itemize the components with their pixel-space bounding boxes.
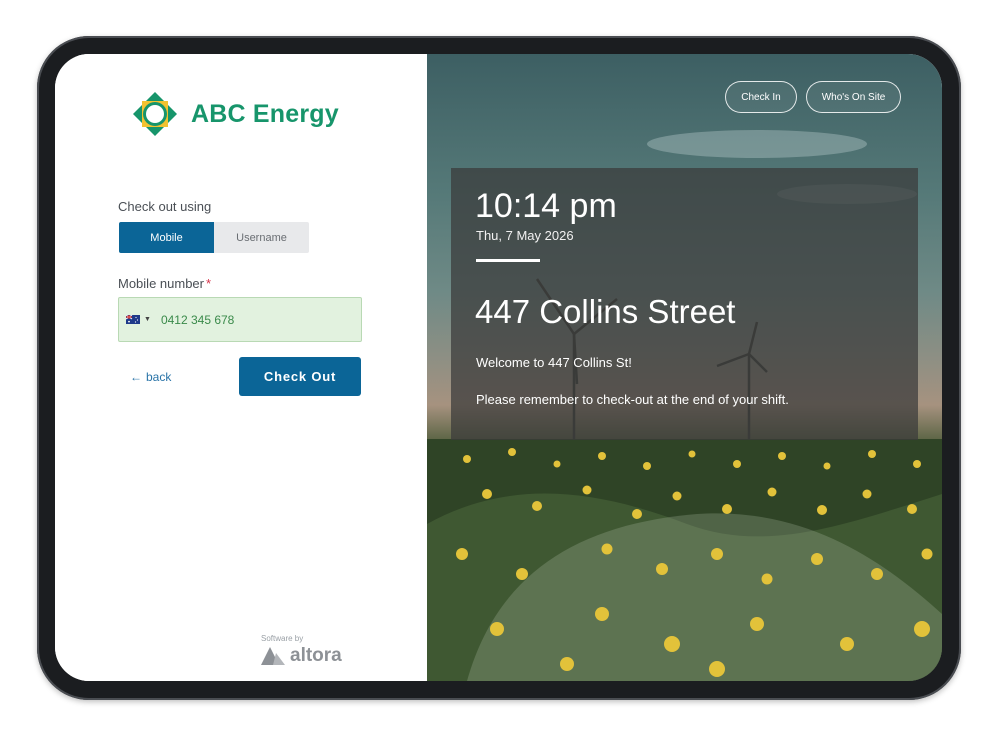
whos-on-site-button[interactable]: Who's On Site xyxy=(806,81,901,113)
brand-logo: ABC Energy xyxy=(131,90,339,138)
country-dropdown-caret-icon[interactable]: ▼ xyxy=(144,316,151,323)
back-link-label: back xyxy=(146,370,172,384)
altora-mark-icon xyxy=(261,647,285,665)
divider xyxy=(476,259,540,262)
welcome-message: Welcome to 447 Collins St! xyxy=(476,355,632,370)
back-arrow-icon: ← xyxy=(130,370,142,384)
kiosk-screen: ABC Energy Check out using Mobile Userna… xyxy=(55,54,942,681)
site-info-card: 10:14 pm Thu, 7 May 2026 447 Collins Str… xyxy=(451,168,918,440)
altora-wordmark: altora xyxy=(290,645,342,666)
method-username-button[interactable]: Username xyxy=(214,222,309,253)
checkout-method-toggle: Mobile Username xyxy=(119,222,309,253)
site-info-panel: Check In Who's On Site 10:14 pm Thu, 7 M… xyxy=(427,54,942,681)
mobile-number-value: 0412 345 678 xyxy=(160,312,235,327)
mobile-number-field[interactable]: ▼ 0412 345 678 xyxy=(118,297,362,342)
site-name: 447 Collins Street xyxy=(475,293,736,330)
check-out-button[interactable]: Check Out xyxy=(239,357,361,396)
back-link[interactable]: ← back xyxy=(130,370,171,384)
australia-flag-icon[interactable] xyxy=(126,315,140,324)
checkout-panel: ABC Energy Check out using Mobile Userna… xyxy=(55,54,427,681)
mobile-number-label: Mobile number * xyxy=(118,276,211,291)
vendor-credit: Software by altora xyxy=(261,634,371,667)
brand-name: ABC Energy xyxy=(191,99,339,128)
abc-energy-logo-icon xyxy=(133,92,177,136)
checkout-method-label: Check out using xyxy=(118,199,212,214)
check-in-button[interactable]: Check In xyxy=(725,81,797,113)
current-time: 10:14 pm xyxy=(475,187,617,225)
required-marker: * xyxy=(206,276,212,291)
altora-logo: altora xyxy=(261,645,371,667)
software-by-label: Software by xyxy=(261,634,304,643)
method-mobile-button[interactable]: Mobile xyxy=(119,222,214,253)
mobile-number-label-text: Mobile number xyxy=(118,276,204,291)
current-date: Thu, 7 May 2026 xyxy=(476,228,574,243)
checkout-reminder: Please remember to check-out at the end … xyxy=(476,392,789,407)
